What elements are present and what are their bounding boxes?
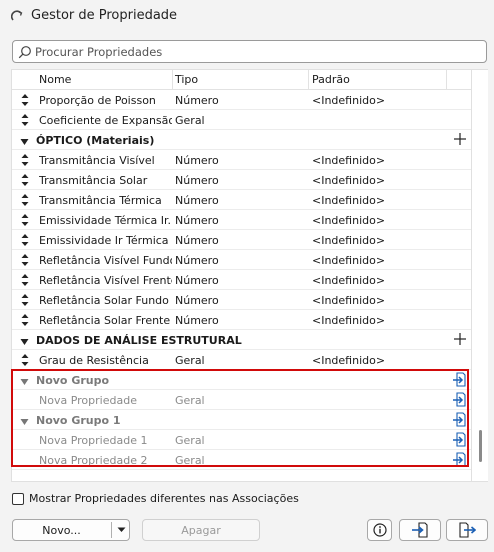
property-name: Refletância Visível Fundo (39, 254, 172, 267)
title-bar: Gestor de Propriedade (0, 0, 494, 34)
property-default: <Indefinido> (312, 194, 386, 207)
property-row[interactable]: Refletância Solar Fundo Número <Indefinido… (12, 290, 471, 310)
property-default: <Indefinido> (312, 214, 386, 227)
property-row[interactable]: Transmitância Visível Número <Indefinido> (12, 150, 471, 170)
search-input[interactable] (35, 42, 475, 61)
info-icon (372, 523, 387, 537)
collapse-caret-icon[interactable] (20, 336, 29, 345)
property-row[interactable]: Coeficiente de Expansão Geral (12, 110, 471, 130)
group-name: DADOS DE ANÁLISE ESTRUTURAL (36, 334, 242, 347)
property-default: <Indefinido> (312, 174, 386, 187)
property-default: <Indefinido> (312, 254, 386, 267)
new-button[interactable]: Novo... (12, 519, 130, 541)
drag-handle-icon[interactable] (20, 153, 30, 167)
property-name: Transmitância Solar (39, 174, 148, 187)
property-default: <Indefinido> (312, 274, 386, 287)
property-name: Refletância Visível Frente (39, 274, 172, 287)
column-divider (172, 70, 173, 90)
property-type: Número (175, 274, 219, 287)
drag-handle-icon[interactable] (20, 113, 30, 127)
highlight-box (11, 369, 469, 467)
drag-handle-icon[interactable] (20, 173, 30, 187)
property-type: Número (175, 234, 219, 247)
column-header-name[interactable]: Nome (39, 73, 71, 86)
info-button[interactable] (367, 519, 392, 541)
property-type: Geral (175, 354, 205, 367)
app-icon (11, 10, 23, 21)
property-name: Refletância Solar Frente (39, 314, 171, 327)
property-type: Número (175, 294, 219, 307)
property-type: Número (175, 174, 219, 187)
property-name: Refletância Solar Fundo (39, 294, 169, 307)
property-row[interactable]: Transmitância Solar Número <Indefinido> (12, 170, 471, 190)
property-name: Proporção de Poisson (39, 94, 156, 107)
property-type: Número (175, 214, 219, 227)
vertical-scrollbar[interactable] (472, 69, 488, 482)
button-separator (111, 522, 112, 538)
drag-handle-icon[interactable] (20, 313, 30, 327)
new-button-label: Novo... (42, 524, 81, 537)
collapse-caret-icon[interactable] (20, 136, 29, 145)
drag-handle-icon[interactable] (20, 193, 30, 207)
drag-handle-icon[interactable] (20, 253, 30, 267)
group-name: ÓPTICO (Materiais) (36, 134, 155, 147)
property-type: Número (175, 194, 219, 207)
export-icon (459, 522, 476, 538)
drag-handle-icon[interactable] (20, 353, 30, 367)
property-default: <Indefinido> (312, 314, 386, 327)
group-row[interactable]: DADOS DE ANÁLISE ESTRUTURAL (12, 330, 471, 350)
property-type: Número (175, 254, 219, 267)
property-name: Grau de Resistência (39, 354, 149, 367)
property-type: Número (175, 314, 219, 327)
property-row[interactable]: Transmitância Térmica Número <Indefinido> (12, 190, 471, 210)
column-divider (308, 70, 309, 90)
column-header-type[interactable]: Tipo (175, 73, 198, 86)
property-name: Emissividade Ir Térmica ... (39, 234, 172, 247)
show-different-properties-option[interactable]: Mostrar Propriedades diferentes nas Asso… (12, 492, 299, 505)
property-row[interactable]: Refletância Visível Frente Número <Indefin… (12, 270, 471, 290)
property-row[interactable]: Refletância Solar Frente Número <Indefinid… (12, 310, 471, 330)
add-property-icon[interactable] (453, 132, 467, 146)
property-type: Geral (175, 114, 205, 127)
drag-handle-icon[interactable] (20, 213, 30, 227)
column-header-default[interactable]: Padrão (312, 73, 350, 86)
import-button[interactable] (399, 519, 441, 541)
add-property-icon[interactable] (453, 332, 467, 346)
search-box[interactable] (12, 40, 487, 63)
property-row[interactable]: Proporção de Poisson Número <Indefinido> (12, 90, 471, 110)
drag-handle-icon[interactable] (20, 233, 30, 247)
property-type: Número (175, 154, 219, 167)
property-row[interactable]: Emissividade Ir Térmica ... Número <Indefi… (12, 230, 471, 250)
drag-handle-icon[interactable] (20, 273, 30, 287)
property-default: <Indefinido> (312, 154, 386, 167)
drag-handle-icon[interactable] (20, 293, 30, 307)
chevron-down-icon[interactable] (117, 527, 126, 533)
property-row[interactable]: Grau de Resistência Geral <Indefinido> (12, 350, 471, 370)
scrollbar-thumb[interactable] (479, 430, 482, 462)
property-type: Número (175, 94, 219, 107)
window-title: Gestor de Propriedade (31, 8, 178, 23)
column-divider (446, 70, 447, 90)
search-icon (18, 46, 31, 59)
export-button[interactable] (446, 519, 488, 541)
delete-button[interactable]: Apagar (142, 519, 260, 541)
property-row[interactable]: Emissividade Térmica Ir... Número <Indefin… (12, 210, 471, 230)
property-default: <Indefinido> (312, 294, 386, 307)
property-name: Transmitância Térmica (39, 194, 162, 207)
show-different-properties-checkbox[interactable] (12, 492, 24, 505)
import-icon (412, 522, 428, 538)
table-header: Nome Tipo Padrão (12, 70, 471, 90)
show-different-properties-label: Mostrar Propriedades diferentes nas Asso… (29, 492, 299, 505)
property-name: Coeficiente de Expansão (39, 114, 172, 127)
property-row[interactable]: Refletância Visível Fundo Número <Indefini… (12, 250, 471, 270)
property-name: Transmitância Visível (39, 154, 155, 167)
property-default: <Indefinido> (312, 94, 386, 107)
property-name: Emissividade Térmica Ir... (39, 214, 172, 227)
drag-handle-icon[interactable] (20, 93, 30, 107)
property-default: <Indefinido> (312, 354, 386, 367)
property-default: <Indefinido> (312, 234, 386, 247)
group-row[interactable]: ÓPTICO (Materiais) (12, 130, 471, 150)
